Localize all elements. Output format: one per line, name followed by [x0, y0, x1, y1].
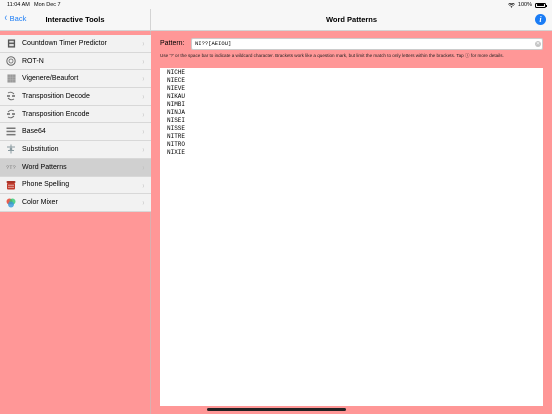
chevron-right-icon: ›	[142, 56, 145, 66]
sidebar-item-label: Color Mixer	[22, 199, 58, 207]
result-item: NICHE	[167, 69, 186, 76]
sidebar-item-label: Phone Spelling	[22, 181, 70, 189]
sidebar-title: Interactive Tools	[45, 15, 105, 24]
substitution-icon	[6, 144, 16, 154]
sidebar-item-countdown-timer-predictor[interactable]: Countdown Timer Predictor ›	[0, 35, 151, 53]
pattern-input[interactable]	[191, 38, 543, 50]
results-list[interactable]: NICHE NIECE NIEVE NIKAU NIMBI NINJA NISE…	[160, 68, 543, 406]
word-pattern-icon: ?T?	[6, 162, 16, 172]
chevron-right-icon: ›	[142, 39, 145, 48]
status-right: 100%	[508, 2, 547, 8]
sidebar-item-label: Transposition Decode	[22, 92, 90, 100]
result-item: NIMBI	[167, 101, 186, 108]
sidebar-item-transposition-encode[interactable]: Transposition Encode ›	[0, 106, 151, 124]
page-title: Word Patterns	[325, 15, 378, 24]
sidebar-item-label: Base64	[22, 128, 46, 136]
tools-list: Countdown Timer Predictor › ROT-N › Vige…	[0, 35, 151, 212]
pattern-label: Pattern:	[160, 40, 185, 47]
detail-nav-bar: Word Patterns i	[151, 9, 552, 31]
status-time: 11:04 AM	[7, 2, 30, 8]
sidebar-item-phone-spelling[interactable]: Phone Spelling ›	[0, 177, 151, 195]
result-item: NITRE	[167, 133, 186, 140]
pattern-hint: Use '?' or the space bar to indicate a w…	[160, 53, 504, 58]
sidebar-item-transposition-decode[interactable]: Transposition Decode ›	[0, 88, 151, 106]
result-item: NITRO	[167, 141, 186, 148]
sidebar-item-vigenere-beaufort[interactable]: Vigenere/Beaufort ›	[0, 70, 151, 89]
sidebar-item-label: Transposition Encode	[22, 110, 90, 118]
sidebar-item-rot-n[interactable]: ROT-N ›	[0, 53, 151, 71]
result-item: NIKAU	[167, 93, 186, 100]
sidebar-nav-bar: ‹ Back Interactive Tools	[0, 9, 151, 31]
result-item: NISSE	[167, 125, 186, 132]
rot-icon	[6, 56, 16, 66]
sidebar-item-substitution[interactable]: Substitution ›	[0, 141, 151, 159]
result-item: NIXIE	[167, 149, 186, 156]
status-date: Mon Dec 7	[34, 2, 61, 8]
result-item: NISEI	[167, 117, 186, 124]
status-bar: 11:04 AM Mon Dec 7 100%	[0, 0, 552, 9]
chevron-right-icon: ›	[142, 162, 145, 172]
chevron-right-icon: ›	[142, 74, 145, 84]
sidebar-item-label: Countdown Timer Predictor	[22, 39, 107, 47]
home-indicator[interactable]	[207, 408, 346, 411]
sidebar-item-label: Vigenere/Beaufort	[22, 75, 79, 83]
phone-icon	[6, 180, 16, 190]
chevron-right-icon: ›	[142, 109, 145, 119]
sidebar-item-label: Word Patterns	[22, 163, 67, 171]
sidebar-item-color-mixer[interactable]: Color Mixer ›	[0, 194, 151, 212]
sidebar-item-word-patterns[interactable]: ?T? Word Patterns ›	[0, 158, 151, 177]
chevron-right-icon: ›	[142, 180, 145, 190]
result-item: NIECE	[167, 77, 186, 84]
info-icon[interactable]: i	[535, 14, 546, 25]
battery-icon	[535, 2, 547, 8]
chevron-right-icon: ›	[142, 145, 145, 155]
color-wheel-icon	[6, 198, 16, 208]
base64-icon	[6, 127, 16, 137]
wifi-icon	[508, 2, 515, 8]
clear-icon[interactable]: ✕	[535, 41, 541, 47]
chevron-right-icon: ›	[142, 127, 145, 137]
timer-icon	[6, 38, 16, 48]
sidebar-item-base64[interactable]: Base64 ›	[0, 123, 151, 142]
sidebar-item-label: ROT-N	[22, 57, 44, 65]
svg-text:?T?: ?T?	[6, 164, 16, 171]
transpose-encode-icon	[6, 109, 16, 119]
chevron-right-icon: ›	[142, 92, 145, 102]
result-item: NIEVE	[167, 85, 186, 92]
sidebar: Countdown Timer Predictor › ROT-N › Vige…	[0, 31, 151, 414]
chevron-right-icon: ›	[142, 198, 145, 208]
sidebar-item-label: Substitution	[22, 145, 59, 153]
result-item: NINJA	[167, 109, 186, 116]
grid-icon	[6, 74, 16, 84]
battery-percent: 100%	[517, 2, 532, 8]
transpose-decode-icon	[6, 91, 16, 101]
